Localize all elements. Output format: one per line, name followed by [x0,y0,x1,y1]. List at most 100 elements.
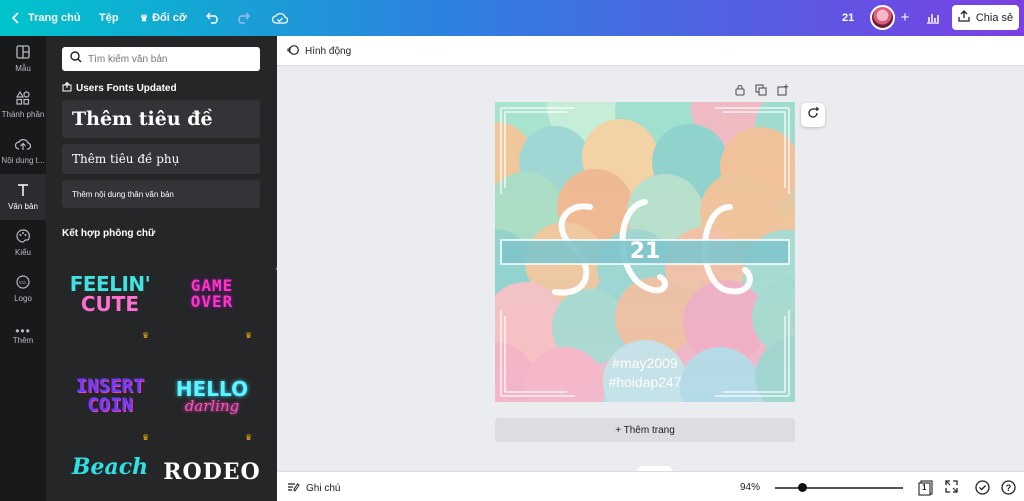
share-label: Chia sẻ [975,11,1014,24]
combo-line: CUTE [80,292,140,316]
design-page[interactable]: 21 #may2009 #hoidap247 [495,102,795,402]
plus-icon: + [900,8,910,26]
rail-item-styles[interactable]: Kiểu [0,220,46,266]
rotate-plus-icon [806,106,820,125]
search-box[interactable] [62,47,260,71]
search-icon [70,50,82,68]
zoom-percent[interactable]: 94% [740,482,760,493]
editor-toolbar: Hình động [277,36,1024,66]
svg-text:?: ? [1006,483,1012,493]
rail-label: Kiểu [14,248,31,257]
design-number[interactable]: 21 [495,240,795,264]
fonts-updated-text: Users Fonts Updated [76,83,177,94]
fullscreen-button[interactable] [945,480,958,498]
undo-icon [206,12,220,24]
font-combo-feelin-cute[interactable]: FEELIN' CUTE [62,246,158,342]
bottom-bar: Ghi chú 94% 1 ? [277,471,1024,501]
rail-item-text[interactable]: Văn bản [0,174,46,220]
palette-icon [16,229,30,248]
save-status-button[interactable] [272,0,288,36]
rail-label: Văn bản [8,202,38,211]
file-label: Tệp [99,12,119,24]
left-rail: Mẫu Thành phần Nội dung t... Văn bản Kiể… [0,36,46,501]
animate-label: Hình động [305,46,352,57]
home-label: Trang chủ [28,12,81,24]
add-page-button[interactable]: + Thêm trang [495,418,795,442]
animate-icon [287,44,299,59]
home-button[interactable]: Trang chủ [12,0,81,36]
avatar[interactable] [870,5,895,30]
rail-label: Mẫu [15,64,31,73]
rail-item-uploads[interactable]: Nội dung t... [0,128,46,174]
help-button[interactable]: ? [1001,480,1016,500]
font-upload-icon [62,81,72,95]
design-hashtag-1[interactable]: #may2009 [495,355,795,371]
logo-icon: CO. [16,275,30,294]
help-icon: ? [1001,480,1016,500]
zoom-slider-handle[interactable] [797,483,807,492]
rail-item-elements[interactable]: Thành phần [0,82,46,128]
combo-line: OVER [190,292,234,311]
add-page-icon[interactable] [777,83,789,101]
combo-line: HELLO [175,376,249,401]
notes-button[interactable]: Ghi chú [287,481,340,496]
premium-crown-icon: ♛ [142,331,150,340]
fonts-updated-label: Users Fonts Updated [62,81,177,95]
combo-line: RODEO [163,459,261,485]
add-heading-label: Thêm tiêu đề [72,108,213,130]
redo-icon [236,12,250,24]
combo-line: Beach [71,454,149,480]
layout-icon [16,45,30,64]
file-menu[interactable]: Tệp [99,0,119,36]
fullscreen-icon [945,480,958,498]
add-collaborator-button[interactable]: + [896,8,914,26]
page-count-button[interactable]: 1 [918,480,934,496]
undo-button[interactable] [206,0,220,36]
check-button[interactable] [975,480,990,500]
rail-label: Thêm [12,335,34,345]
combo-line: darling [184,396,240,415]
refresh-design-button[interactable] [801,103,825,127]
rail-item-templates[interactable]: Mẫu [0,36,46,82]
share-button[interactable]: Chia sẻ [952,5,1019,30]
rail-item-logo[interactable]: CO. Logo [0,266,46,312]
rail-label: Logo [14,294,32,303]
upload-icon [958,10,970,25]
resize-button[interactable]: ♛ Đổi cỡ [140,0,187,36]
add-page-label: + Thêm trang [615,424,675,436]
premium-crown-icon: ♛ [142,433,150,442]
page-number-badge: 21 [842,0,854,36]
font-combo-beach[interactable]: Beach [62,456,158,501]
page-number: 21 [842,12,855,24]
text-panel: Users Fonts Updated Thêm tiêu đề Thêm ti… [46,36,277,501]
add-subheading-button[interactable]: Thêm tiêu đề phụ [62,144,260,174]
premium-crown-icon: ♛ [245,433,253,442]
rail-label: Nội dung t... [1,156,45,165]
shapes-icon [15,90,30,110]
rail-label: Thành phần [1,110,45,119]
font-combinations-title: Kết hợp phông chữ [62,228,156,239]
rail-item-more[interactable]: ••• Thêm [0,312,46,358]
insights-button[interactable] [926,0,940,36]
lock-icon[interactable] [735,83,745,101]
page-count: 1 [922,483,927,492]
add-body-text-button[interactable]: Thêm nội dung thân văn bản [62,180,260,208]
animate-button[interactable]: Hình động [287,44,351,59]
zoom-slider[interactable] [775,483,903,492]
font-combo-insert-coin[interactable]: INSERT COIN [62,348,158,444]
font-combo-rodeo[interactable]: RODEO [163,459,261,501]
font-combo-game-over[interactable]: GAME OVER [164,246,260,342]
design-hashtag-2[interactable]: #hoidap247 [495,374,795,390]
premium-crown-icon: ♛ [245,331,253,340]
resize-label: Đổi cỡ [152,12,187,24]
add-heading-button[interactable]: Thêm tiêu đề [62,100,260,138]
search-input[interactable] [88,53,248,65]
svg-text:CO.: CO. [19,280,27,285]
duplicate-page-icon[interactable] [755,83,767,101]
redo-button[interactable] [236,0,250,36]
page-tools [735,83,789,101]
check-circle-icon [975,480,990,500]
notes-icon [287,481,300,496]
font-combo-hello-darling[interactable]: HELLO darling [164,348,260,444]
crown-icon: ♛ [140,12,149,23]
